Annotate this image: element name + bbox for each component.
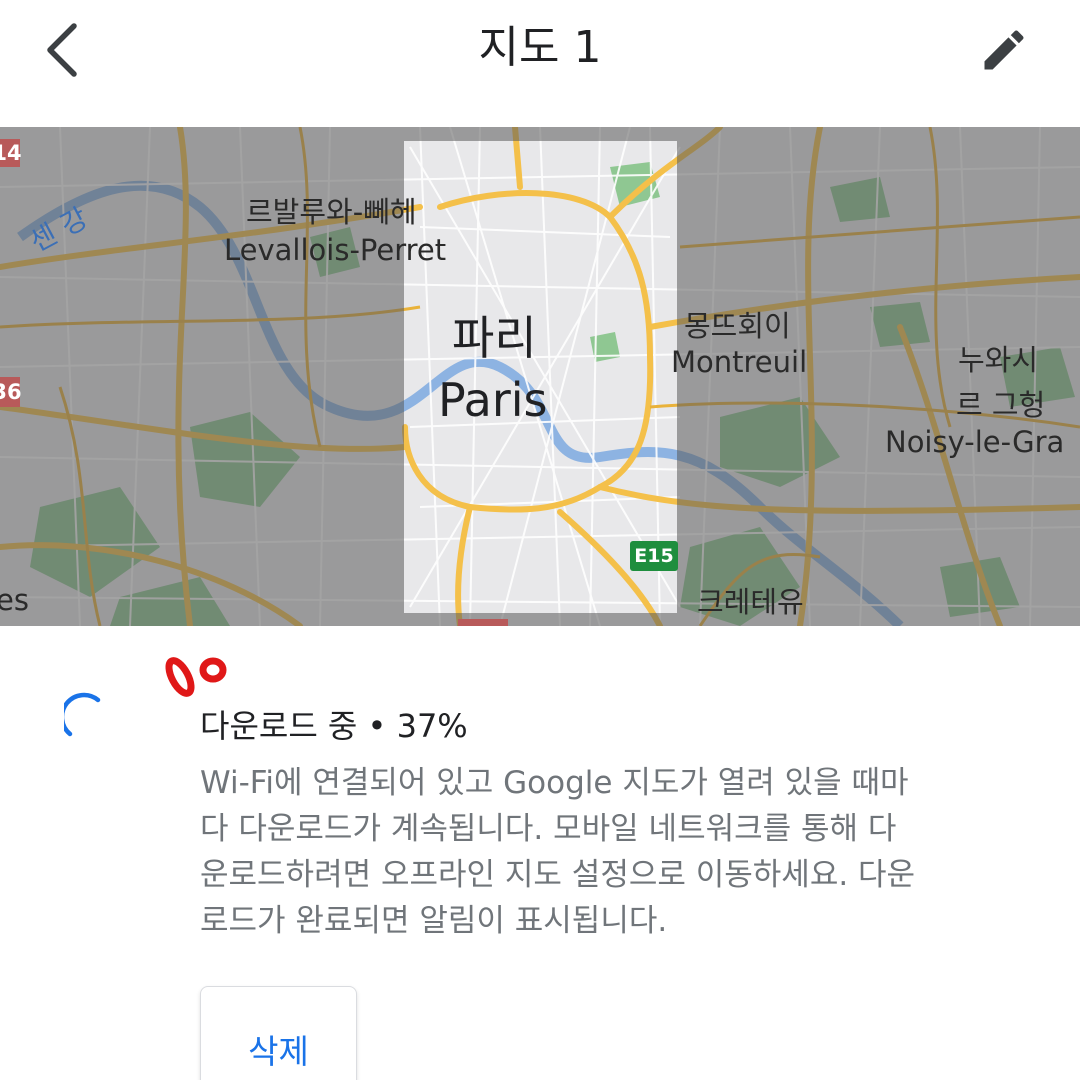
map-label-paris-en: Paris [438, 373, 548, 427]
download-description: Wi-Fi에 연결되어 있고 Google 지도가 열려 있을 때마 다 다운로… [200, 760, 1050, 944]
description-line: Wi-Fi에 연결되어 있고 Google 지도가 열려 있을 때마 [200, 765, 909, 801]
download-status: 다운로드 중 • 37% [200, 707, 468, 745]
route-shield-e15: E15 [630, 541, 678, 571]
map-label-paris-ko: 파리 [452, 311, 537, 365]
route-shield-top-left: 14 [0, 139, 22, 167]
map-label-levallois-en: Levallois-Perret [224, 233, 447, 267]
map-label-creteil-ko: 크레테유 [697, 585, 804, 619]
map-label-edge-es: es [0, 583, 29, 617]
page-title: 지도 1 [478, 22, 602, 73]
top-app-bar: 지도 1 [0, 0, 1080, 127]
description-line: 다 다운로드가 계속됩니다. 모바일 네트워크를 통해 다 [200, 811, 897, 847]
delete-button-label: 삭제 [248, 1032, 309, 1071]
delete-button[interactable]: 삭제 [200, 986, 357, 1080]
map-label-montreuil-ko: 몽뜨회이 [684, 309, 791, 343]
route-shield-mid-left: 36 [0, 377, 22, 407]
offline-map-preview[interactable]: 14 36 센 강 르발루와-뻬헤 Levallois-Perret 파리 Pa… [0, 127, 1080, 626]
progress-spinner-icon [64, 692, 101, 737]
map-label-montreuil-en: Montreuil [671, 345, 808, 379]
description-line: 로드가 완료되면 알림이 표시됩니다. [200, 903, 668, 939]
map-label-noisy-ko-2: 르 그헝 [956, 388, 1046, 422]
edit-button[interactable] [966, 14, 1042, 86]
map-label-noisy-en: Noisy-le-Gra [885, 425, 1065, 459]
pencil-icon [984, 30, 1024, 70]
route-shield-bottom [458, 619, 508, 626]
description-line: 운로드하려면 오프라인 지도 설정으로 이동하세요. 다운 [200, 857, 916, 893]
red-annotation-mark [165, 657, 227, 697]
map-label-levallois-ko: 르발루와-뻬헤 [246, 195, 417, 229]
map-label-noisy-ko-1: 누와시 [958, 343, 1039, 377]
